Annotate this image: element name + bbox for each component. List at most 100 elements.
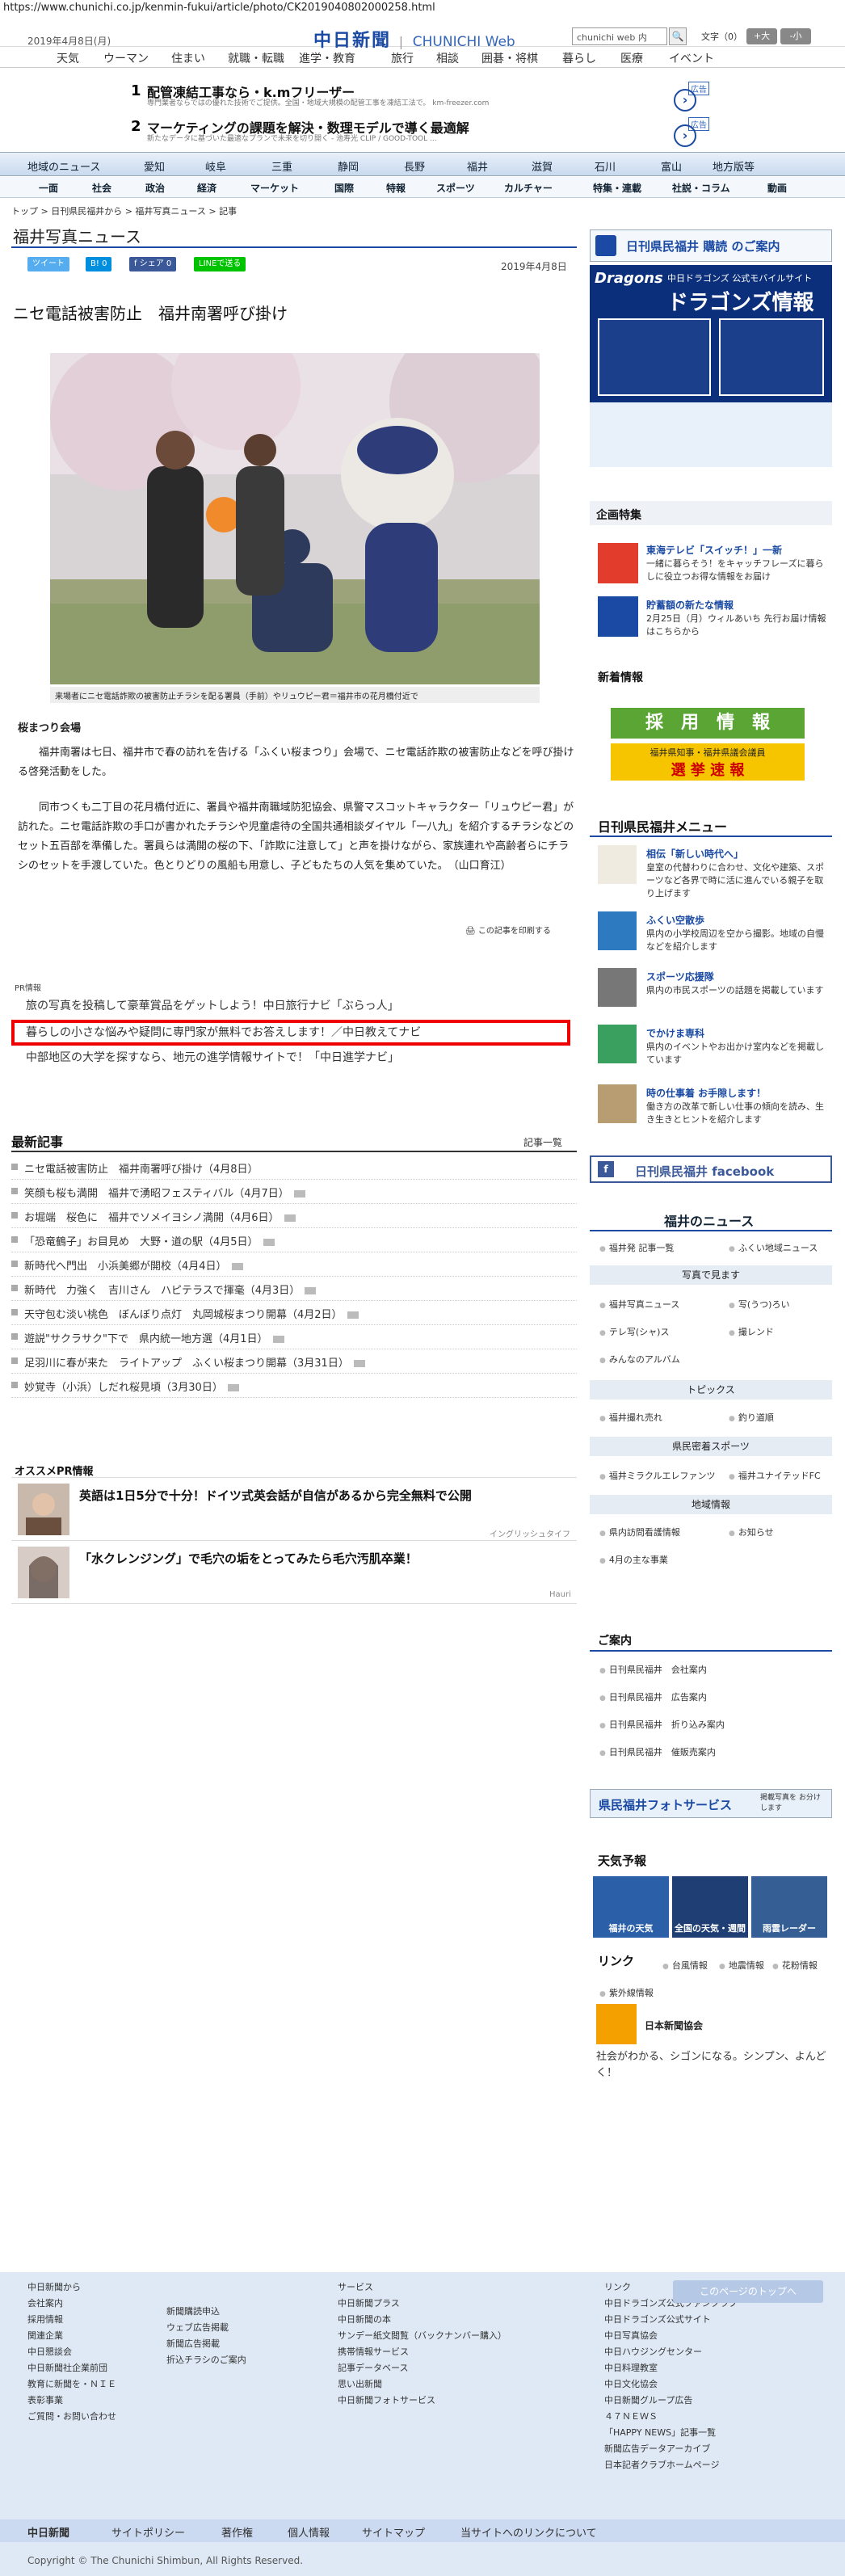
kikaku-thumbnail[interactable] bbox=[598, 596, 638, 637]
breadcrumb[interactable]: トップ > 日刊県民福井から > 福井写真ニュース > 記事 bbox=[11, 204, 237, 217]
more-news-link[interactable]: 記事一覧 bbox=[523, 1135, 562, 1149]
category-nav-item[interactable]: 国際 bbox=[334, 181, 354, 195]
photo-link[interactable]: 写(うつ)ろい bbox=[729, 1298, 790, 1311]
regional-nav-item[interactable]: 愛知 bbox=[144, 158, 165, 174]
topics-link[interactable]: 福井撮れ売れ bbox=[599, 1411, 662, 1424]
footer-link[interactable]: 中日ドラゴンズ公式サイト bbox=[604, 2313, 711, 2326]
regional-nav-item[interactable]: 地域のニュース bbox=[27, 158, 100, 174]
menu-thumbnail[interactable] bbox=[598, 911, 637, 950]
news-item[interactable]: 遊説"サクラサク"下で 県内統一地方選（4月1日） bbox=[11, 1325, 577, 1349]
footer-link[interactable]: 記事データベース bbox=[338, 2361, 408, 2374]
menu-thumbnail[interactable] bbox=[598, 1025, 637, 1063]
top-nav-item[interactable]: 囲碁・将棋 bbox=[481, 50, 538, 66]
regional-nav-item[interactable]: 地方版等 bbox=[713, 158, 755, 174]
menu-thumbnail[interactable] bbox=[598, 968, 637, 1007]
menu-link[interactable]: 相伝「新しい時代へ」 bbox=[646, 847, 743, 861]
news-item[interactable]: 新時代へ門出 小浜美郷が開校（4月4日） bbox=[11, 1252, 577, 1277]
link-item[interactable]: 地震情報 bbox=[719, 1959, 764, 1972]
footer-bottom-link[interactable]: サイトマップ bbox=[362, 2524, 425, 2540]
ad-row[interactable]: 2 マーケティングの課題を解決・数理モデルで導く最適解 新たなデータに基づいた最… bbox=[0, 115, 845, 147]
ad-thumbnail[interactable] bbox=[18, 1484, 69, 1535]
footer-link[interactable]: 中日文化協会 bbox=[604, 2377, 658, 2390]
top-nav-item[interactable]: 天気 bbox=[57, 50, 79, 66]
footer-link[interactable]: 新聞広告データアーカイブ bbox=[604, 2442, 710, 2455]
weather-card[interactable]: 福井の天気 bbox=[593, 1876, 669, 1938]
top-nav-item[interactable]: 医療 bbox=[620, 50, 643, 66]
footer-link[interactable]: 思い出新聞 bbox=[338, 2377, 382, 2390]
news-item[interactable]: 新時代 力強く 吉川さん ハピテラスで揮毫（4月3日） bbox=[11, 1277, 577, 1301]
nihon-title[interactable]: 日本新聞協会 bbox=[645, 2018, 703, 2032]
top-nav-item[interactable]: 進学・教育 bbox=[299, 50, 355, 66]
photo-link[interactable]: テレ写(シャ)ス bbox=[599, 1325, 670, 1338]
pr-link[interactable]: 中部地区の大学を探すなら、地元の進学情報サイトで！「中日進学ナビ」 bbox=[26, 1049, 399, 1065]
regional-nav-item[interactable]: 石川 bbox=[595, 158, 616, 174]
regional-nav-item[interactable]: 三重 bbox=[271, 158, 292, 174]
pr-link[interactable]: 暮らしの小さな悩みや疑問に専門家が無料でお答えします！／中日教えてナビ bbox=[26, 1024, 421, 1040]
top-nav-item[interactable]: 暮らし bbox=[562, 50, 596, 66]
footer-bottom-link[interactable]: 著作権 bbox=[221, 2524, 253, 2540]
category-nav-item[interactable]: 社説・コラム bbox=[672, 181, 730, 195]
footer-link[interactable]: 中日写真協会 bbox=[604, 2329, 658, 2342]
annai-link[interactable]: 日刊県民福井 催販売案内 bbox=[599, 1745, 716, 1758]
regional-nav-item[interactable]: 富山 bbox=[661, 158, 682, 174]
kikaku-thumbnail[interactable] bbox=[598, 543, 638, 583]
category-nav-item[interactable]: 一面 bbox=[39, 181, 58, 195]
footer-link[interactable]: 中日ハウジングセンター bbox=[604, 2345, 702, 2358]
footer-bottom-link[interactable]: 個人情報 bbox=[288, 2524, 330, 2540]
ad-row[interactable]: 1 配管凍結工事なら・k.mフリーザー 専門業者ならではの優れた技術でご提供。全… bbox=[0, 79, 845, 112]
facebook-share-button[interactable]: f シェア 0 bbox=[129, 257, 177, 271]
footer-link[interactable]: 中日新聞社企業前団 bbox=[27, 2361, 107, 2374]
footer-link[interactable]: ４７ＮＥＷＳ bbox=[604, 2410, 658, 2422]
footer-link[interactable]: 採用情報 bbox=[27, 2313, 63, 2326]
category-nav-item[interactable]: 社会 bbox=[92, 181, 111, 195]
back-to-top-button[interactable]: このページのトップへ bbox=[673, 2280, 823, 2303]
photo-service-banner[interactable]: 県民福井フォトサービス 掲載写真を お分けします bbox=[590, 1789, 832, 1818]
top-nav-item[interactable]: 相談 bbox=[436, 50, 459, 66]
weather-card[interactable]: 全国の天気・週間 bbox=[672, 1876, 748, 1938]
photo-link[interactable]: 撮レンド bbox=[729, 1325, 774, 1338]
ad-thumbnail[interactable] bbox=[18, 1547, 69, 1598]
regional-nav-item[interactable]: 長野 bbox=[404, 158, 425, 174]
regional-nav-item[interactable]: 静岡 bbox=[338, 158, 359, 174]
footer-link[interactable]: 中日新聞プラス bbox=[338, 2296, 400, 2309]
chiiki-link[interactable]: 4月の主な事業 bbox=[599, 1553, 668, 1566]
pr-link[interactable]: 旅の写真を投稿して豪華賞品をゲットしよう！中日旅行ナビ「ぶらっ人」 bbox=[26, 997, 399, 1013]
news-item[interactable]: 「恐竜鶴子」お目見め 大野・道の駅（4月5日） bbox=[11, 1228, 577, 1252]
top-nav-item[interactable]: ウーマン bbox=[103, 50, 149, 66]
photo-link[interactable]: みんなのアルバム bbox=[599, 1353, 680, 1366]
footer-logo[interactable]: 中日新聞 bbox=[27, 2524, 69, 2540]
kikaku-link[interactable]: 貯蓄額の新たな情報 bbox=[646, 598, 734, 612]
link-item[interactable]: 紫外線情報 bbox=[599, 1986, 654, 1999]
footer-link[interactable]: サンデー紙文閲覧（バックナンバー購入） bbox=[338, 2329, 507, 2342]
top-nav-item[interactable]: 住まい bbox=[171, 50, 205, 66]
chevron-right-icon[interactable]: › bbox=[674, 89, 696, 112]
footer-link[interactable]: 会社案内 bbox=[27, 2296, 63, 2309]
category-nav-item[interactable]: 動画 bbox=[767, 181, 787, 195]
search-input[interactable]: chunichi web 内 bbox=[572, 27, 667, 45]
menu-link[interactable]: でかけま専科 bbox=[646, 1026, 704, 1040]
hatena-button[interactable]: B! 0 bbox=[86, 257, 112, 271]
senkyo-banner[interactable]: 福井県知事・福井県議会議員 選 挙 速 報 bbox=[611, 743, 805, 781]
footer-bottom-link[interactable]: サイトポリシー bbox=[111, 2524, 185, 2540]
footer-link[interactable]: 日本記者クラブホームページ bbox=[604, 2458, 719, 2471]
news-item[interactable]: 天守包む淡い桃色 ぼんぼり点灯 丸岡城桜まつり開幕（4月2日） bbox=[11, 1301, 577, 1325]
footer-link[interactable]: 新聞広告掲載 bbox=[166, 2337, 220, 2350]
footer-link[interactable]: 中日新聞の本 bbox=[338, 2313, 391, 2326]
menu-thumbnail[interactable] bbox=[598, 1084, 637, 1123]
recommended-ad-link[interactable]: 「水クレンジング」で毛穴の垢をとってみたら毛穴汚肌卒業！ bbox=[79, 1550, 418, 1567]
subscribe-banner[interactable]: 日刊県民福井 購読 のご案内 bbox=[590, 229, 832, 262]
regional-nav-item[interactable]: 福井 bbox=[467, 158, 488, 174]
category-nav-item[interactable]: 経済 bbox=[197, 181, 217, 195]
menu-link[interactable]: ふくい空散歩 bbox=[646, 913, 704, 927]
footer-link[interactable]: ご質問・お問い合わせ bbox=[27, 2410, 116, 2422]
chiiki-link[interactable]: お知らせ bbox=[729, 1526, 774, 1538]
footer-link[interactable]: 中日新聞フォトサービス bbox=[338, 2393, 435, 2406]
category-nav-item[interactable]: カルチャー bbox=[504, 181, 553, 195]
fukui-news-link[interactable]: ふくい地域ニュース bbox=[729, 1241, 818, 1254]
photo-link[interactable]: 福井写真ニュース bbox=[599, 1298, 679, 1311]
print-link[interactable]: 🖨 この記事を印刷する bbox=[465, 924, 551, 936]
footer-link[interactable]: 折込チラシのご案内 bbox=[166, 2353, 246, 2366]
annai-link[interactable]: 日刊県民福井 会社案内 bbox=[599, 1663, 707, 1676]
facebook-banner[interactable]: f 日刊県民福井 facebook bbox=[590, 1155, 832, 1183]
regional-nav-item[interactable]: 岐阜 bbox=[205, 158, 226, 174]
